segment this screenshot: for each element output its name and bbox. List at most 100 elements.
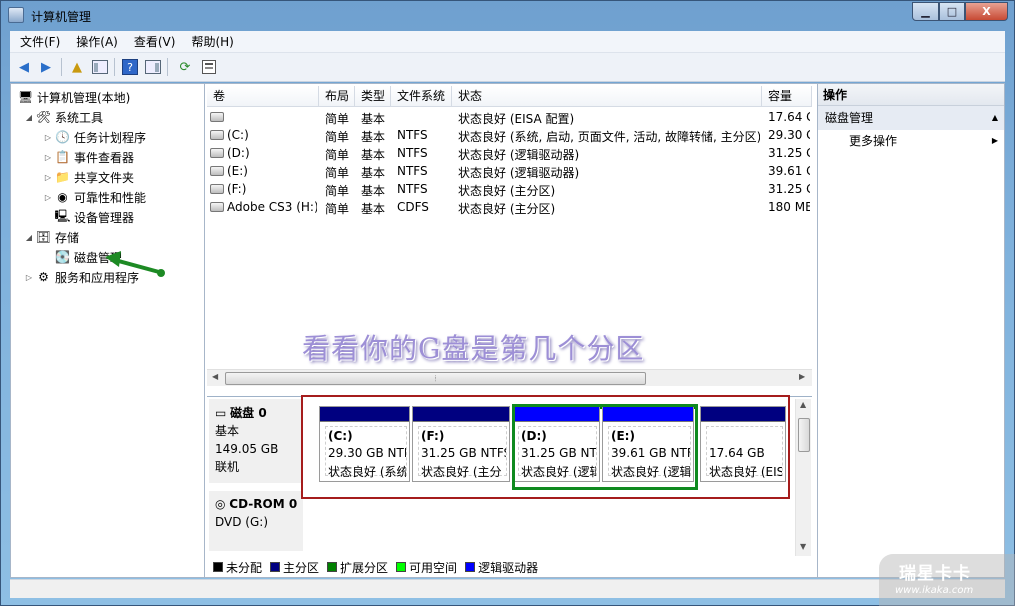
cell-type: 基本 [361, 184, 386, 198]
menu-help[interactable]: 帮助(H) [185, 33, 239, 50]
horizontal-scrollbar[interactable]: ◀ ⦙ ▶ [207, 369, 812, 386]
help-icon[interactable]: ? [121, 58, 139, 76]
disk-management-icon: 💽 [55, 250, 70, 264]
table-row[interactable]: (E:) 简单基本 NTFS 状态良好 (逻辑驱动器) 39.61 G [207, 163, 812, 181]
menu-file[interactable]: 文件(F) [14, 33, 66, 50]
scroll-up-icon[interactable]: ▲ [800, 400, 806, 409]
tree-item-reliability[interactable]: ▷ ◉ 可靠性和性能 [42, 187, 146, 207]
tree-item-task-scheduler[interactable]: ▷ 🕓 任务计划程序 [42, 127, 146, 147]
scroll-down-icon[interactable]: ▼ [800, 542, 806, 551]
column-header-layout[interactable]: 布局 [319, 86, 355, 107]
scroll-right-icon[interactable]: ▶ [799, 372, 805, 381]
cell-layout: 简单 [325, 202, 350, 216]
cell-name: (C:) [227, 128, 249, 142]
expanded-arrow-icon[interactable]: ◢ [23, 113, 35, 122]
cdrom-name: CD-ROM 0 [229, 497, 298, 511]
refresh-icon[interactable]: ⟳ [176, 58, 194, 76]
cdrom-title-line: ◎ CD-ROM 0 [215, 495, 303, 513]
window-title: 计算机管理 [31, 10, 92, 24]
cdrom-label[interactable]: ◎ CD-ROM 0 DVD (G:) [209, 491, 303, 551]
collapsed-arrow-icon[interactable]: ▷ [42, 133, 54, 142]
actions-pane: 操作 磁盘管理 ▲ 更多操作 ▶ [817, 84, 1004, 577]
status-bar [10, 579, 1005, 598]
volume-icon [210, 130, 224, 140]
cell-status: 状态良好 (主分区) [458, 202, 556, 216]
column-header-capacity[interactable]: 容量 [762, 86, 812, 107]
maximize-button[interactable]: □ [939, 2, 965, 21]
volume-pane: 卷 布局 类型 文件系统 状态 容量 简单 基本 状态良好 (EISA 配置) 17.… [207, 84, 812, 577]
computer-icon: 🖥 [17, 90, 34, 104]
scroll-left-icon[interactable]: ◀ [212, 372, 218, 381]
show-hide-action-pane-icon[interactable] [144, 58, 162, 76]
volume-icon [210, 112, 224, 122]
collapsed-arrow-icon[interactable]: ▷ [42, 193, 54, 202]
computer-management-icon [8, 7, 24, 23]
tree-label: 共享文件夹 [74, 170, 135, 185]
collapsed-arrow-icon[interactable]: ▷ [23, 273, 35, 282]
forward-arrow-icon[interactable]: ▶ [37, 58, 55, 76]
watermark: 瑞星卡卡 www.ikaka.com [879, 554, 1015, 606]
menu-action[interactable]: 操作(A) [70, 33, 124, 50]
vertical-scrollbar[interactable]: ▲ ▼ [795, 399, 811, 556]
tree-item-system-tools[interactable]: ◢ 🛠 系统工具 [23, 107, 103, 127]
column-header-type[interactable]: 类型 [355, 86, 391, 107]
collapsed-arrow-icon[interactable]: ▷ [42, 153, 54, 162]
legend-item: 扩展分区 [327, 559, 388, 576]
cell-capacity: 180 MB [768, 200, 810, 214]
tree-item-computer-management[interactable]: 🖥 计算机管理(本地) [17, 87, 131, 107]
disk0-name: 磁盘 0 [230, 406, 267, 420]
scrollbar-thumb[interactable] [798, 418, 810, 452]
more-actions-label: 更多操作 [849, 134, 898, 148]
column-header-filesystem[interactable]: 文件系统 [391, 86, 452, 107]
toolbar-separator [61, 58, 62, 76]
table-row[interactable]: 简单基本 状态良好 (EISA 配置) 17.64 G [207, 109, 812, 127]
column-header-volume[interactable]: 卷 [207, 86, 319, 107]
table-row[interactable]: Adobe CS3 (H:) 简单 基本 CDFS 状态良好 (主分区) 180 MB [207, 199, 812, 217]
collapsed-arrow-icon[interactable]: ▷ [42, 173, 54, 182]
tree-label: 系统工具 [55, 110, 104, 125]
tree-label: 计算机管理(本地) [37, 90, 131, 105]
show-hide-tree-icon[interactable] [91, 58, 109, 76]
volume-icon [210, 184, 224, 194]
legend-item: 主分区 [270, 559, 319, 576]
scrollbar-thumb[interactable]: ⦙ [225, 372, 646, 385]
properties-icon[interactable] [200, 58, 218, 76]
column-header-status[interactable]: 状态 [452, 86, 762, 107]
back-arrow-icon[interactable]: ◀ [15, 58, 33, 76]
cell-layout: 简单 [325, 166, 350, 180]
tree-item-device-manager[interactable]: 🖳 设备管理器 [54, 207, 134, 227]
table-row[interactable]: (F:) 简单基本 NTFS 状态良好 (主分区) 31.25 G [207, 181, 812, 199]
tree-label: 设备管理器 [74, 210, 135, 225]
tree-item-storage[interactable]: ◢ 🗄 存储 [23, 227, 79, 247]
legend-swatch [213, 562, 223, 572]
legend: 未分配 主分区 扩展分区 可用空间 逻辑驱动器 [207, 557, 812, 577]
cell-type: 基本 [361, 202, 386, 216]
expanded-arrow-icon[interactable]: ◢ [23, 233, 35, 242]
cell-name: Adobe CS3 (H:) [227, 200, 317, 214]
disk0-label[interactable]: ▭ 磁盘 0 基本 149.05 GB 联机 [209, 399, 303, 483]
cell-capacity: 17.64 G [768, 110, 810, 124]
up-folder-icon[interactable]: ▲ [68, 58, 86, 76]
table-row[interactable]: (D:) 简单基本 NTFS 状态良好 (逻辑驱动器) 31.25 G [207, 145, 812, 163]
cell-layout: 简单 [325, 184, 350, 198]
cell-type: 基本 [361, 166, 386, 180]
legend-label: 逻辑驱动器 [478, 560, 539, 575]
actions-section-disk-management[interactable]: 磁盘管理 ▲ [818, 106, 1004, 130]
cell-capacity: 39.61 G [768, 164, 810, 178]
cdrom-type: DVD (G:) [215, 515, 268, 529]
toolbar-separator [114, 58, 115, 76]
volume-icon [210, 202, 224, 212]
table-row[interactable]: (C:) 简单 基本 NTFS 状态良好 (系统, 启动, 页面文件, 活动, 故障转储… [207, 127, 812, 145]
more-actions-item[interactable]: 更多操作 ▶ [818, 130, 1004, 152]
tree-item-event-viewer[interactable]: ▷ 📋 事件查看器 [42, 147, 134, 167]
collapse-arrow-icon[interactable]: ▲ [992, 106, 998, 130]
main-content: 🖥 计算机管理(本地) ◢ 🛠 系统工具 ▷ 🕓 任务计划程序 ▷ 📋 事件查看… [10, 83, 1005, 578]
menu-bar: 文件(F) 操作(A) 查看(V) 帮助(H) [10, 31, 1005, 53]
minimize-button[interactable]: ▁ [912, 2, 939, 21]
close-button[interactable]: X [965, 2, 1008, 21]
cell-status: 状态良好 (逻辑驱动器) [458, 166, 580, 180]
window-controls: ▁ □ X [912, 2, 1008, 21]
tree-item-shared-folders[interactable]: ▷ 📁 共享文件夹 [42, 167, 134, 187]
cell-capacity: 29.30 G [768, 128, 810, 142]
menu-view[interactable]: 查看(V) [128, 33, 182, 50]
